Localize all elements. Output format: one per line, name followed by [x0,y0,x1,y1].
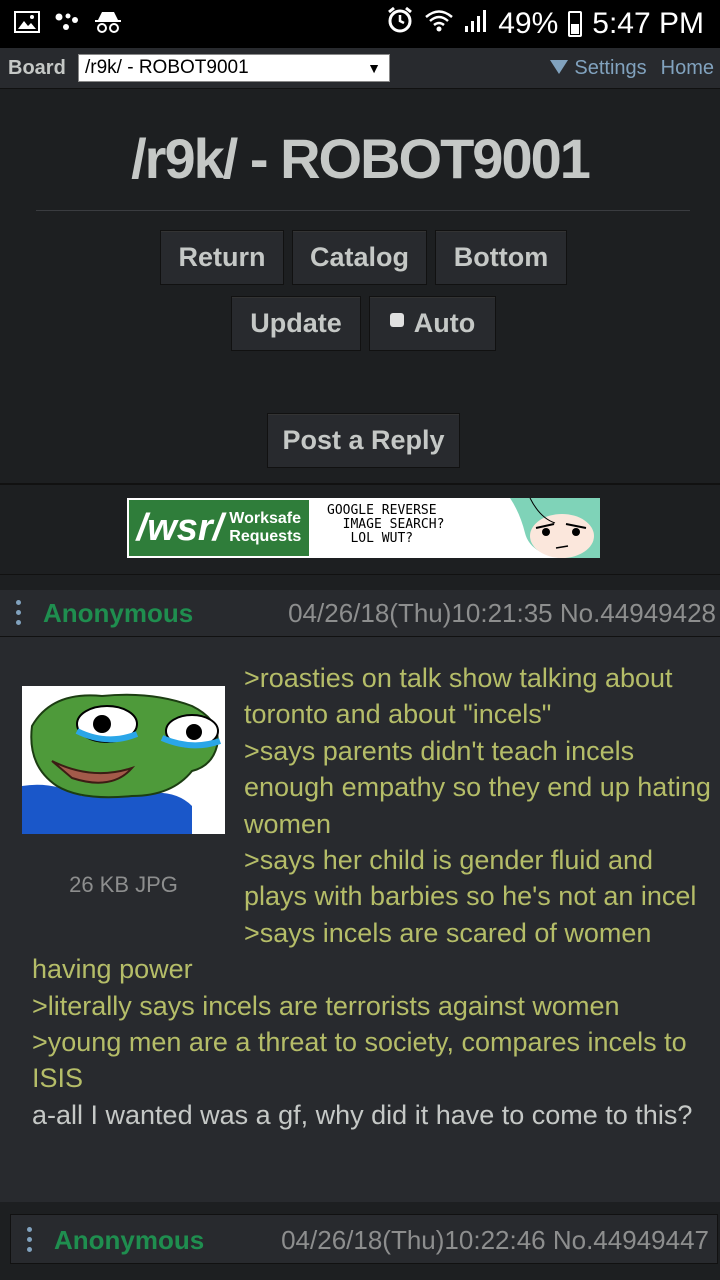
board-bar: Board /r9k/ - ROBOT9001 ▼ Settings Home [0,48,720,89]
gallery-icon [14,10,40,38]
clock: 5:47 PM [592,7,704,40]
header-divider [0,483,720,485]
wifi-icon [424,7,454,41]
dots-icon [54,11,80,38]
auto-toggle[interactable]: Auto [369,296,496,351]
board-select[interactable]: /r9k/ - ROBOT9001 ▼ [78,54,390,82]
alarm-icon [386,6,414,42]
poster-name: Anonymous [54,1225,205,1255]
incognito-icon [94,10,122,39]
banner-comic: GOOGLE REVERSE IMAGE SEARCH? LOL WUT? [311,498,600,558]
post-reply-button[interactable]: Post a Reply [267,413,460,468]
greentext-line: >says parents didn't teach incels enough… [244,735,711,839]
post-separator [0,1202,720,1214]
greentext-line: >literally says incels are terrorists ag… [32,990,620,1021]
post-header: Anonymous 04/26/18(Thu)10:21:35 No.44949… [0,590,720,637]
banner-line2: IMAGE SEARCH? [342,517,445,532]
banner-logo: /wsr/ Worksafe Requests [127,498,311,558]
settings-label: Settings [574,56,647,79]
banner-subtitle: Worksafe Requests [229,510,301,546]
auto-checkbox[interactable] [389,312,404,327]
greentext-line: >says her child is gender fluid and play… [244,845,697,912]
battery-icon [568,11,583,37]
post-meta[interactable]: 04/26/18(Thu)10:22:46 No.44949447 [281,1225,709,1256]
banner-line3: LOL WUT? [350,531,414,546]
banner-line1: GOOGLE REVERSE [327,503,437,518]
battery-percent: 49% [498,7,559,40]
board-banner[interactable]: /wsr/ Worksafe Requests GOOGLE REVERSE I… [127,498,600,558]
return-button[interactable]: Return [160,230,284,285]
signal-icon [464,7,488,41]
reply-header: Anonymous 04/26/18(Thu)10:22:46 No.44949… [10,1214,718,1264]
banner-requests: Requests [229,528,302,545]
greentext-line: >roasties on talk show talking about tor… [244,663,673,730]
catalog-button[interactable]: Catalog [292,230,427,285]
home-link[interactable]: Home [661,57,714,80]
post-meta[interactable]: 04/26/18(Thu)10:21:35 No.44949428 [288,598,716,629]
triangle-down-icon [550,59,569,74]
board-select-value: /r9k/ - ROBOT9001 [85,57,249,78]
post-menu-icon[interactable] [16,600,22,630]
status-bar: 49% 5:47 PM [0,0,720,48]
update-button[interactable]: Update [231,296,361,351]
settings-link[interactable]: Settings [550,56,647,80]
greentext-line: >says incels are scared of women having … [32,917,652,985]
banner-divider [0,574,720,575]
greentext-line: >young men are a threat to society, comp… [32,1027,687,1094]
board-label: Board [8,56,66,79]
title-divider [36,210,690,211]
post-menu-icon[interactable] [27,1227,33,1257]
message-line: a-all I wanted was a gf, why did it have… [32,1099,693,1130]
board-title: /r9k/ - ROBOT9001 [131,127,591,190]
bottom-button[interactable]: Bottom [435,230,567,285]
banner-worksafe: Worksafe [229,510,302,527]
poster-name: Anonymous [43,598,194,628]
dropdown-arrow-icon: ▼ [367,60,381,76]
banner-wsr: /wsr/ [136,506,224,549]
anime-girl-icon [510,498,600,558]
post-message: >roasties on talk show talking about tor… [32,660,712,1133]
banner-caption: GOOGLE REVERSE IMAGE SEARCH? LOL WUT? [327,504,444,546]
auto-label: Auto [413,308,476,338]
